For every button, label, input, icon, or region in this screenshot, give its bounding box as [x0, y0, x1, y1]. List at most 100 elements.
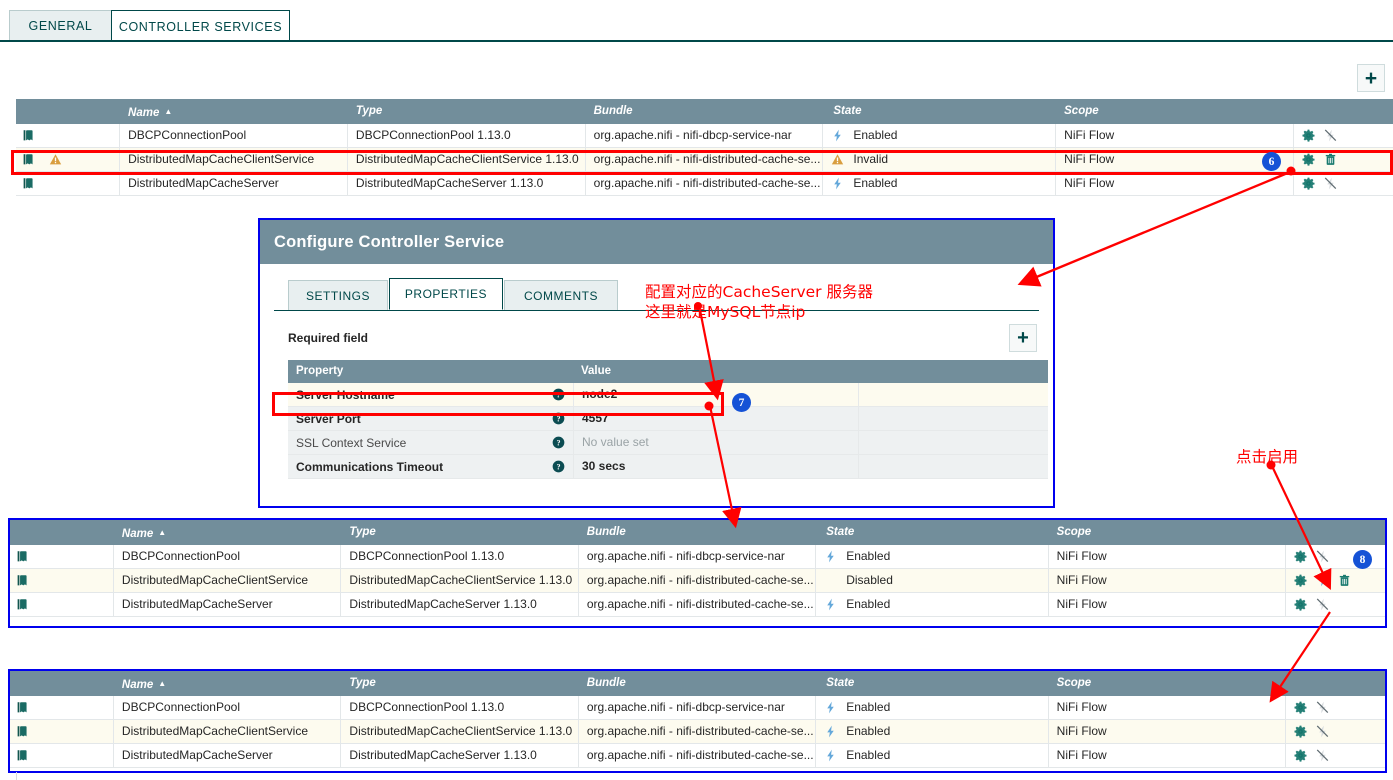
bolt-icon[interactable] [824, 550, 837, 563]
help-icon[interactable]: ? [552, 412, 565, 425]
row-bundle: org.apache.nifi - nifi-distributed-cache… [586, 148, 824, 171]
table-row[interactable]: DistributedMapCacheClientService Distribu… [10, 720, 1385, 744]
row-state-label: Enabled [846, 700, 891, 714]
tab-controller-services[interactable]: CONTROLLER SERVICES [111, 10, 290, 42]
property-name: Server Port [296, 411, 361, 426]
header-type[interactable]: Type [341, 520, 578, 545]
table-row[interactable]: DBCPConnectionPool DBCPConnectionPool 1.1… [10, 545, 1385, 569]
gear-icon[interactable] [1294, 598, 1307, 611]
gear-icon[interactable] [1294, 574, 1307, 587]
tab-general[interactable]: GENERAL [9, 10, 112, 40]
dialog-tab-comments[interactable]: COMMENTS [504, 280, 618, 310]
row-bundle: org.apache.nifi - nifi-distributed-cache… [579, 720, 817, 743]
gear-icon[interactable] [1302, 129, 1315, 142]
table-row[interactable]: DistributedMapCacheServer DistributedMapC… [10, 593, 1385, 617]
help-icon[interactable]: ? [552, 388, 565, 401]
header-bundle[interactable]: Bundle [579, 671, 816, 696]
table-row[interactable]: DistributedMapCacheClientService Distribu… [16, 148, 1393, 172]
disable-icon[interactable] [1324, 129, 1337, 142]
bolt-icon[interactable] [824, 749, 837, 762]
gear-icon[interactable] [1294, 701, 1307, 714]
row-warning-cell [35, 696, 114, 719]
row-scope: NiFi Flow [1049, 720, 1287, 743]
header-state[interactable]: State [823, 99, 1056, 124]
book-icon [23, 130, 33, 141]
row-type-icon-cell [16, 148, 41, 171]
row-name: DistributedMapCacheClientService [120, 148, 348, 171]
row-actions [1286, 696, 1385, 719]
trash-icon[interactable] [1324, 153, 1337, 166]
help-icon[interactable]: ? [552, 436, 565, 449]
gear-icon[interactable] [1294, 749, 1307, 762]
property-value[interactable]: 4557 [573, 406, 858, 431]
dialog-header: Configure Controller Service [260, 220, 1053, 264]
property-value[interactable]: 30 secs [573, 454, 858, 479]
tab-underline [0, 40, 1393, 42]
property-row[interactable]: Server Port? 4557 [288, 406, 1048, 431]
disable-icon[interactable] [1316, 550, 1329, 563]
header-state[interactable]: State [816, 671, 1048, 696]
bolt-icon[interactable] [824, 725, 837, 738]
property-help-cell[interactable]: ? [543, 388, 573, 401]
help-icon[interactable]: ? [552, 460, 565, 473]
property-row[interactable]: SSL Context Service? No value set [288, 430, 1048, 455]
bolt-icon[interactable] [831, 129, 844, 142]
header-name[interactable]: Name ▲ [120, 99, 348, 124]
gear-icon[interactable] [1302, 153, 1315, 166]
row-state: Enabled [816, 744, 1049, 767]
row-state-label: Enabled [846, 549, 891, 563]
add-controller-service-button[interactable]: + [1357, 64, 1385, 92]
bolt-icon[interactable] [824, 598, 837, 611]
header-state[interactable]: State [816, 520, 1048, 545]
header-scope[interactable]: Scope [1056, 99, 1294, 124]
property-help-cell[interactable]: ? [543, 436, 573, 449]
svg-text:?: ? [556, 414, 560, 423]
gear-icon[interactable] [1294, 725, 1307, 738]
table-row[interactable]: DBCPConnectionPool DBCPConnectionPool 1.1… [10, 696, 1385, 720]
property-value[interactable]: node2 [573, 382, 858, 407]
row-scope: NiFi Flow [1049, 593, 1287, 616]
dialog-tab-settings[interactable]: SETTINGS [288, 280, 388, 310]
table-row[interactable]: DBCPConnectionPool DBCPConnectionPool 1.1… [16, 124, 1393, 148]
properties-header-value: Value [581, 365, 612, 377]
table-row[interactable]: DistributedMapCacheServer DistributedMapC… [10, 744, 1385, 768]
property-row[interactable]: Communications Timeout? 30 secs [288, 454, 1048, 479]
bolt-icon[interactable] [824, 701, 837, 714]
header-bundle[interactable]: Bundle [586, 99, 824, 124]
row-bundle: org.apache.nifi - nifi-distributed-cache… [579, 744, 817, 767]
row-bundle: org.apache.nifi - nifi-distributed-cache… [586, 172, 824, 195]
table-row[interactable]: DistributedMapCacheServer DistributedMapC… [16, 172, 1393, 196]
dialog-title: Configure Controller Service [274, 232, 505, 251]
header-name[interactable]: Name ▲ [114, 520, 342, 545]
header-name[interactable]: Name ▲ [114, 671, 342, 696]
header-bundle[interactable]: Bundle [579, 520, 816, 545]
header-name-label: Name [121, 528, 154, 540]
gear-icon[interactable] [1302, 177, 1315, 190]
disable-icon[interactable] [1316, 701, 1329, 714]
required-field-row: Required field + [274, 324, 1039, 352]
trash-icon[interactable] [1338, 574, 1351, 587]
property-help-cell[interactable]: ? [543, 460, 573, 473]
disable-icon[interactable] [1316, 749, 1329, 762]
disable-icon[interactable] [1324, 177, 1337, 190]
property-value[interactable]: No value set [573, 430, 858, 455]
dialog-tab-properties[interactable]: PROPERTIES [389, 278, 503, 310]
add-property-button[interactable]: + [1009, 324, 1037, 352]
row-warning-cell [41, 172, 121, 195]
header-type[interactable]: Type [341, 671, 578, 696]
row-type-icon-cell [10, 696, 35, 719]
row-scope: NiFi Flow [1056, 148, 1294, 171]
property-row[interactable]: Server Hostname? node2 [288, 382, 1048, 407]
bolt-icon[interactable] [831, 177, 844, 190]
row-type-icon-cell [10, 744, 35, 767]
bolt-icon[interactable] [1316, 574, 1329, 587]
table-row[interactable]: DistributedMapCacheClientService Distribu… [10, 569, 1385, 593]
disable-icon[interactable] [1316, 725, 1329, 738]
header-type[interactable]: Type [348, 99, 586, 124]
row-type-icon-cell [10, 720, 35, 743]
property-help-cell[interactable]: ? [543, 412, 573, 425]
disable-icon[interactable] [1316, 598, 1329, 611]
header-scope[interactable]: Scope [1049, 671, 1286, 696]
header-scope[interactable]: Scope [1049, 520, 1286, 545]
gear-icon[interactable] [1294, 550, 1307, 563]
